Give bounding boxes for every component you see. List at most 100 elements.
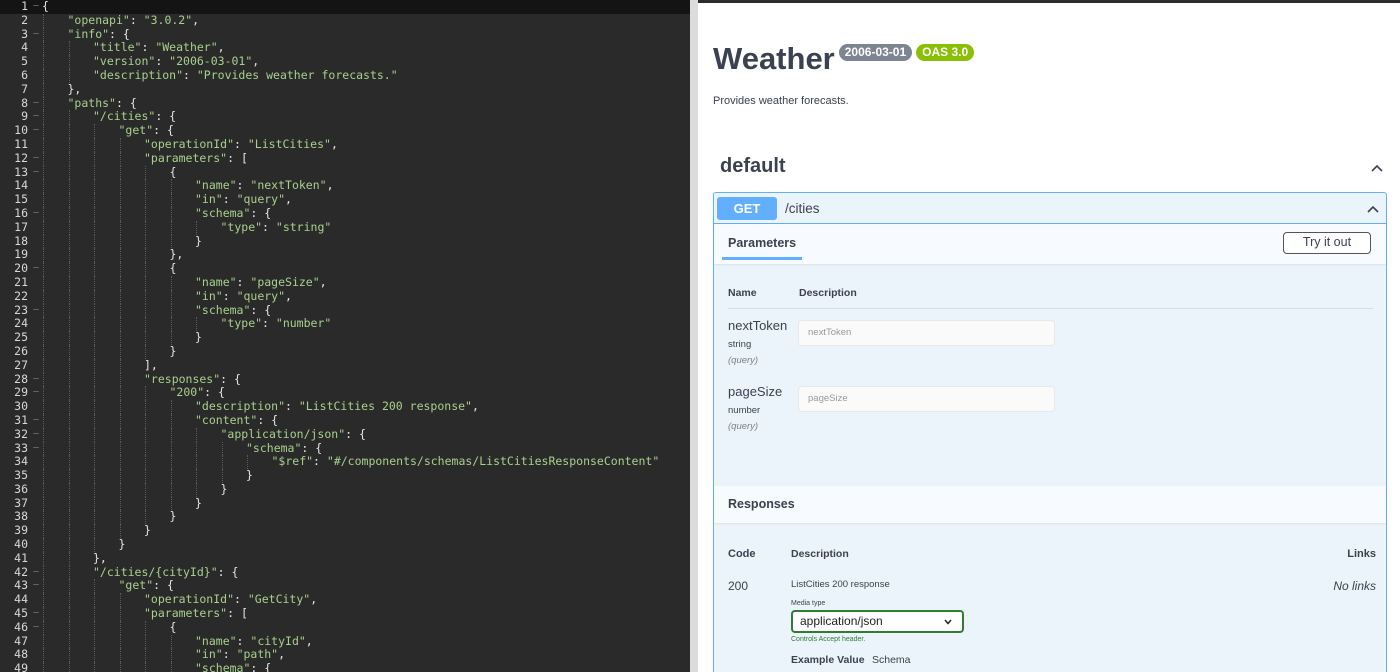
code-line[interactable]: 45– "parameters": [ — [0, 606, 690, 621]
code-line[interactable]: 20– { — [0, 261, 690, 276]
tab-example-value[interactable]: Example Value — [791, 654, 865, 666]
code-line[interactable]: 13– { — [0, 165, 690, 180]
fold-toggle-icon[interactable]: – — [32, 152, 40, 166]
fold-toggle-icon[interactable]: – — [32, 28, 40, 42]
code-line[interactable]: 29– "200": { — [0, 385, 690, 401]
tag-section-default[interactable]: default — [720, 155, 1388, 183]
fold-toggle-icon[interactable]: – — [32, 579, 40, 593]
code-line[interactable]: 4 "title": "Weather", — [0, 40, 690, 56]
code-line[interactable]: 15 "in": "query", — [0, 192, 690, 207]
fold-toggle-icon[interactable]: – — [32, 607, 40, 621]
code-line[interactable]: 47 "name": "cityId", — [0, 634, 690, 649]
operation-path[interactable]: /cities — [785, 201, 820, 216]
code-line[interactable]: 3– "info": { — [0, 27, 690, 42]
fold-toggle-icon[interactable]: – — [32, 428, 40, 442]
code-line[interactable]: 31– "content": { — [0, 413, 690, 428]
code-line[interactable]: 48 "in": "path", — [0, 648, 690, 663]
fold-toggle-icon[interactable]: – — [32, 442, 40, 456]
code-line[interactable]: 38} — [0, 510, 690, 525]
fold-toggle-icon[interactable]: – — [32, 124, 40, 138]
chevron-up-icon[interactable] — [1366, 202, 1380, 216]
tab-parameters[interactable]: Parameters — [728, 236, 796, 250]
split-divider[interactable] — [690, 0, 698, 672]
indent-guide — [43, 275, 44, 290]
indent-guide — [94, 234, 95, 249]
page-size-input[interactable]: pageSize — [798, 386, 1055, 412]
code-line[interactable]: 41}, — [0, 551, 690, 566]
indent-guide — [68, 275, 70, 290]
code-line[interactable]: 23– "schema": { — [0, 303, 690, 318]
code-line[interactable]: 43– "get": { — [0, 579, 690, 594]
line-number: 10 — [14, 123, 28, 138]
code-line[interactable]: 32– "application/json": { — [0, 427, 690, 442]
indent-guide — [94, 372, 95, 387]
code-line[interactable]: 44 "operationId": "GetCity", — [0, 592, 690, 608]
next-token-input[interactable]: nextToken — [798, 320, 1055, 346]
code-text: "in": "query", — [195, 289, 292, 304]
indent-guide — [43, 179, 44, 194]
code-punctuation: : — [313, 454, 327, 469]
tag-name[interactable]: default — [720, 155, 786, 177]
indent-guide — [119, 234, 121, 249]
code-line[interactable]: 2 "openapi": "3.0.2", — [0, 13, 690, 28]
line-number: 16 — [14, 205, 28, 220]
code-line[interactable]: 16– "schema": { — [0, 205, 690, 221]
code-line[interactable]: 10– "get": { — [0, 123, 690, 138]
code-line[interactable]: 35} — [0, 468, 690, 483]
code-line[interactable]: 39} — [0, 523, 690, 539]
indent-guide — [196, 469, 197, 483]
code-line[interactable]: 14 "name": "nextToken", — [0, 178, 690, 194]
code-line[interactable]: 36} — [0, 482, 690, 497]
fold-toggle-icon[interactable]: – — [32, 373, 40, 387]
fold-toggle-icon[interactable]: – — [32, 262, 40, 276]
code-line[interactable]: 27], — [0, 358, 690, 373]
fold-toggle-icon[interactable]: – — [32, 110, 40, 124]
media-type-select[interactable]: application/json — [791, 610, 964, 633]
code-line[interactable]: 9– "/cities": { — [0, 109, 690, 125]
fold-toggle-icon[interactable]: – — [32, 621, 40, 635]
fold-toggle-icon[interactable]: – — [32, 304, 40, 318]
code-punctuation: , — [471, 399, 479, 414]
code-line[interactable]: 40} — [0, 537, 690, 552]
code-line[interactable]: 6 "description": "Provides weather foreca… — [0, 68, 690, 83]
code-line[interactable]: 1–{ — [0, 0, 690, 14]
code-line[interactable]: 46– { — [0, 620, 690, 635]
code-line[interactable]: 33– "schema": { — [0, 441, 690, 456]
fold-toggle-icon[interactable]: – — [32, 566, 40, 580]
try-it-out-button[interactable]: Try it out — [1283, 232, 1371, 254]
code-text: "responses": { — [144, 372, 241, 387]
code-line[interactable]: 5 "version": "2006-03-01", — [0, 54, 690, 69]
code-line[interactable]: 12– "parameters": [ — [0, 151, 690, 166]
code-line[interactable]: 26} — [0, 344, 690, 359]
chevron-up-icon[interactable] — [1370, 161, 1384, 175]
operation-summary[interactable]: GET /cities — [714, 193, 1386, 224]
fold-toggle-icon[interactable]: – — [32, 207, 40, 221]
fold-toggle-icon[interactable]: – — [32, 97, 40, 111]
code-line[interactable]: 17 "type": "string" — [0, 220, 690, 235]
fold-toggle-icon[interactable]: – — [32, 0, 40, 14]
code-line[interactable]: 7}, — [0, 82, 690, 97]
tab-schema[interactable]: Schema — [872, 654, 911, 666]
fold-toggle-icon[interactable]: – — [32, 414, 40, 428]
code-line[interactable]: 19}, — [0, 247, 690, 263]
fold-toggle-icon[interactable]: – — [32, 166, 40, 180]
code-line[interactable]: 49 "schema": { — [0, 661, 690, 672]
code-line[interactable]: 21 "name": "pageSize", — [0, 275, 690, 290]
code-line[interactable]: 25} — [0, 330, 690, 345]
code-line[interactable]: 34 "$ref": "#/components/schemas/ListCiti… — [0, 454, 690, 470]
fold-toggle-icon[interactable]: – — [32, 386, 40, 400]
code-line[interactable]: 30 "description": "ListCities 200 respons… — [0, 399, 690, 414]
code-line[interactable]: 37} — [0, 496, 690, 511]
method-badge[interactable]: GET — [717, 197, 777, 220]
line-gutter: 47 — [0, 634, 42, 649]
code-editor[interactable]: 1–{2 "openapi": "3.0.2", 3– "info": {4 "titl… — [0, 0, 690, 672]
code-line[interactable]: 28– "responses": { — [0, 372, 690, 387]
code-punctuation: : { — [204, 385, 225, 400]
code-line[interactable]: 24 "type": "number" — [0, 316, 690, 332]
code-line[interactable]: 8– "paths": { — [0, 96, 690, 111]
code-line[interactable]: 42– "/cities/{cityId}": { — [0, 565, 690, 580]
code-line[interactable]: 22 "in": "query", — [0, 289, 690, 304]
indent-guide — [68, 151, 70, 166]
code-line[interactable]: 18} — [0, 234, 690, 249]
code-line[interactable]: 11 "operationId": "ListCities", — [0, 137, 690, 152]
